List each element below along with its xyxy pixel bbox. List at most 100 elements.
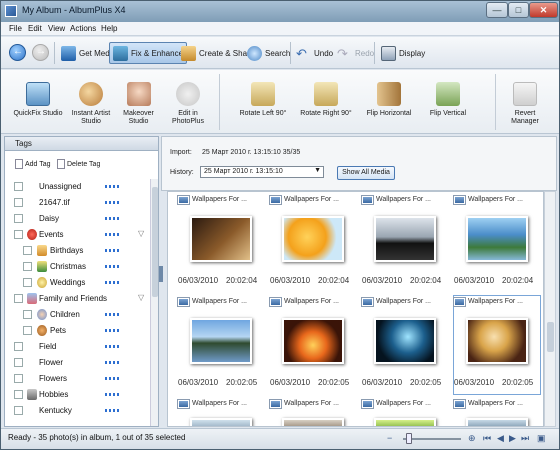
tag-checkbox[interactable] (14, 230, 23, 239)
minimize-button[interactable]: — (486, 2, 508, 18)
media-item[interactable]: Wallpapers For ... 06/03/2010 20:02:04 (177, 194, 264, 292)
tag-row-daisy[interactable]: Daisy (5, 211, 150, 227)
add-tag-label: Add Tag (25, 160, 51, 168)
media-grid-scrollbar[interactable] (544, 191, 556, 427)
media-date: 06/03/2010 (454, 378, 495, 387)
expand-arrow-icon[interactable]: ▽ (138, 293, 144, 302)
display-button[interactable]: Display (378, 42, 428, 64)
media-item[interactable]: Wallpapers For ... 06/03/2010 20:02:04 (269, 194, 356, 292)
media-time: 20:02:04 (410, 276, 442, 285)
tag-row-children[interactable]: Children (5, 307, 150, 323)
makeover-studio-button[interactable]: Makeover Studio (115, 74, 162, 132)
tag-row-unassigned[interactable]: Unassigned (5, 179, 150, 195)
tag-checkbox[interactable] (14, 342, 23, 351)
tag-checkbox[interactable] (14, 182, 23, 191)
photo-type-icon (177, 297, 190, 307)
menu-view[interactable]: View (48, 24, 65, 33)
makeover-studio-label: Makeover Studio (123, 110, 154, 125)
tag-checkbox[interactable] (23, 278, 32, 287)
delete-tag-button[interactable]: Delete Tag (57, 159, 100, 169)
media-item[interactable]: Wallpapers For ... (361, 398, 448, 426)
tag-checkbox[interactable] (23, 262, 32, 271)
history-dropdown[interactable]: 25 Март 2010 г. 13:15:10 ▼ (200, 166, 324, 178)
tag-checkbox[interactable] (14, 214, 23, 223)
media-item[interactable]: Wallpapers For ... (453, 398, 540, 426)
media-date: 06/03/2010 (362, 276, 403, 285)
tag-checkbox[interactable] (23, 326, 32, 335)
previous-page-icon[interactable]: ◀ (497, 433, 504, 444)
zoom-in-icon[interactable]: ⊕ (468, 433, 476, 444)
panel-splitter-handle[interactable] (159, 266, 163, 282)
forward-button[interactable]: → (32, 44, 49, 61)
tag-row-flower[interactable]: Flower (5, 355, 150, 371)
media-item[interactable]: Wallpapers For ... 06/03/2010 20:02:04 (453, 194, 540, 292)
tag-checkbox[interactable] (23, 310, 32, 319)
tag-row-21647[interactable]: 21647.tif (5, 195, 150, 211)
flip-horizontal-button[interactable]: Flip Horizontal (364, 74, 414, 132)
first-page-icon[interactable]: ⏮ (483, 433, 491, 444)
tag-row-weddings[interactable]: Weddings (5, 275, 150, 291)
search-button[interactable]: Search (244, 42, 293, 64)
media-item[interactable]: Wallpapers For ... (269, 398, 356, 426)
media-time: 20:02:04 (318, 276, 350, 285)
last-page-icon[interactable]: ⏭ (521, 433, 529, 444)
media-date: 06/03/2010 (454, 276, 495, 285)
instant-artist-studio-button[interactable]: Instant Artist Studio (68, 74, 114, 132)
rotate-left-button[interactable]: Rotate Left 90° (237, 74, 289, 132)
media-item[interactable]: Wallpapers For ... 06/03/2010 20:02:05 (269, 296, 356, 394)
media-item[interactable]: Wallpapers For ... (177, 398, 264, 426)
tag-checkbox[interactable] (14, 294, 23, 303)
edit-in-photoplus-button[interactable]: Edit in PhotoPlus (163, 74, 213, 132)
tag-row-events[interactable]: Events ▽ (5, 227, 150, 243)
rotate-right-button[interactable]: Rotate Right 90° (298, 74, 354, 132)
menu-actions[interactable]: Actions (70, 24, 96, 33)
show-all-media-button[interactable]: Show All Media (337, 166, 395, 180)
tag-row-flowers[interactable]: Flowers (5, 371, 150, 387)
blonde-portrait-photo (466, 318, 528, 364)
tag-row-hobbies[interactable]: Hobbies (5, 387, 150, 403)
media-name: Wallpapers For ... (192, 400, 247, 407)
add-tag-button[interactable]: Add Tag (15, 159, 51, 169)
tags-header: Tags (5, 137, 158, 151)
tag-row-kentucky[interactable]: Kentucky (5, 403, 150, 419)
tag-checkbox[interactable] (14, 390, 23, 399)
tag-row-christmas[interactable]: Christmas (5, 259, 150, 275)
tags-scrollbar[interactable] (150, 179, 158, 426)
media-item[interactable]: Wallpapers For ... 06/03/2010 20:02:04 (361, 194, 448, 292)
fix-enhance-button[interactable]: Fix & Enhance (109, 42, 188, 64)
zoom-slider-knob[interactable] (406, 433, 412, 444)
undo-button[interactable]: ↶ Undo (293, 42, 336, 64)
menu-file[interactable]: File (9, 24, 22, 33)
media-item-selected[interactable]: Wallpapers For ... 06/03/2010 20:02:05 (453, 295, 541, 395)
tag-checkbox[interactable] (14, 358, 23, 367)
menu-help[interactable]: Help (101, 24, 117, 33)
tag-checkbox[interactable] (23, 246, 32, 255)
tags-scroll-thumb[interactable] (152, 187, 158, 297)
tag-row-pets[interactable]: Pets (5, 323, 150, 339)
revert-manager-button[interactable]: Revert Manager (501, 74, 549, 132)
quickfix-studio-button[interactable]: QuickFix Studio (11, 74, 65, 132)
media-item[interactable]: Wallpapers For ... 06/03/2010 20:02:05 (361, 296, 448, 394)
tag-checkbox[interactable] (14, 198, 23, 207)
media-grid-scroll-thumb[interactable] (547, 322, 554, 352)
media-date: 06/03/2010 (270, 276, 311, 285)
menu-edit[interactable]: Edit (28, 24, 42, 33)
redo-button[interactable]: ↷ Redo (334, 42, 377, 64)
tag-checkbox[interactable] (14, 406, 23, 415)
tag-row-birthdays[interactable]: Birthdays (5, 243, 150, 259)
maximize-button[interactable]: □ (508, 2, 529, 18)
back-button[interactable]: ← (9, 44, 26, 61)
flip-vertical-label: Flip Vertical (429, 110, 467, 117)
zoom-out-icon[interactable]: − (387, 433, 392, 443)
fullscreen-icon[interactable]: ▣ (537, 433, 546, 444)
close-button[interactable]: ✕ (529, 2, 558, 18)
tag-row-family-and-friends[interactable]: Family and Friends ▽ (5, 291, 150, 307)
import-info-panel: Import: 25 Март 2010 г. 13:15:10 35/35 H… (161, 136, 557, 191)
display-label: Display (399, 48, 426, 58)
tag-checkbox[interactable] (14, 374, 23, 383)
tag-row-field[interactable]: Field (5, 339, 150, 355)
next-page-icon[interactable]: ▶ (509, 433, 516, 444)
expand-arrow-icon[interactable]: ▽ (138, 229, 144, 238)
flip-vertical-button[interactable]: Flip Vertical (425, 74, 471, 132)
media-item[interactable]: Wallpapers For ... 06/03/2010 20:02:05 (177, 296, 264, 394)
